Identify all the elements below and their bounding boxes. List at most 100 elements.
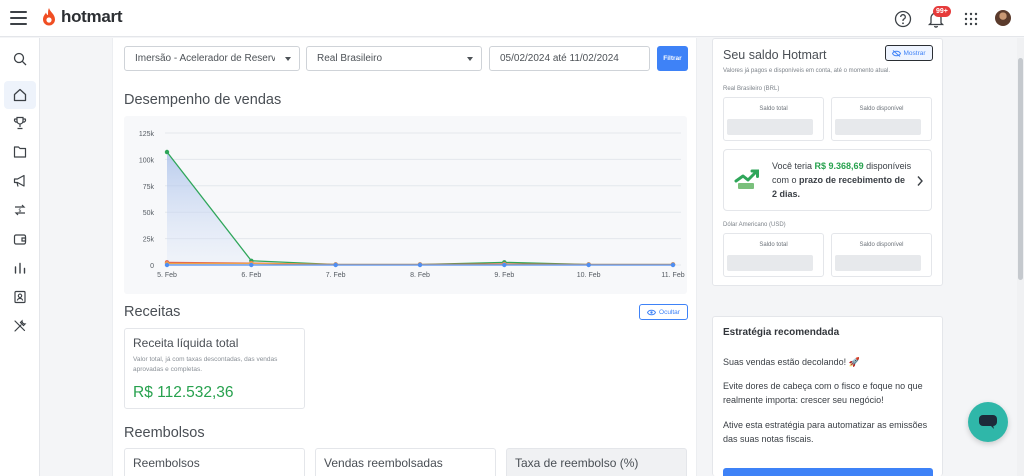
net-revenue-description: Valor total, já com taxas descontadas, d… [133, 356, 278, 373]
brl-total-label: Saldo total [759, 106, 788, 112]
y-tick-label: 25k [143, 237, 155, 244]
data-point [502, 262, 507, 268]
top-bar: hotmart 99+ [0, 0, 1024, 37]
sales-chart: 125k 100k 75k 50k 25k 0 5. Feb 6. Feb 7. Feb 8. F… [124, 116, 687, 294]
sidebar-item-marketing[interactable] [4, 167, 36, 195]
filter-button[interactable]: Filtrar [657, 46, 688, 71]
refunds-card: Reembolsos [124, 448, 305, 476]
sidebar-item-home[interactable] [4, 81, 36, 109]
net-revenue-card: Receita líquida total Valor total, já co… [124, 328, 305, 409]
folder-icon [13, 146, 27, 158]
receitas-title: Receitas [124, 304, 181, 320]
activate-strategy-button[interactable] [723, 468, 933, 476]
apps-grid-icon[interactable] [961, 9, 981, 29]
currency-select[interactable]: Real Brasileiro [306, 46, 482, 71]
search-icon [13, 52, 27, 66]
sidebar-item-trophy[interactable] [4, 109, 36, 137]
x-tick-label: 7. Feb [326, 272, 346, 279]
date-range-input[interactable]: 05/02/2024 até 11/02/2024 [489, 46, 650, 71]
usd-total-balance: Saldo total [723, 233, 824, 277]
x-tick-label: 9. Feb [494, 272, 514, 279]
scrollbar-thumb[interactable] [1018, 58, 1023, 280]
sidebar-item-sales[interactable]: $ [4, 196, 36, 224]
show-balance-button[interactable]: Mostrar [885, 45, 933, 61]
data-point [164, 262, 170, 268]
hide-values-button[interactable]: Ocultar [639, 304, 688, 320]
notification-badge: 99+ [933, 6, 951, 17]
strategy-text-2: Evite dores de cabeça com o fisco e foqu… [723, 381, 923, 405]
chevron-down-icon [285, 57, 291, 61]
y-tick-label: 100k [139, 157, 155, 164]
x-tick-label: 8. Feb [410, 272, 430, 279]
brand-name: hotmart [61, 7, 123, 26]
hotmart-logo[interactable]: hotmart [40, 7, 122, 27]
data-point [333, 262, 338, 268]
receivables-promo-card[interactable]: Você teria R$ 9.368,69 disponíveis com o… [723, 149, 932, 211]
x-tick-label: 11. Feb [661, 272, 684, 279]
chevron-right-icon [917, 176, 923, 186]
chevron-down-icon [467, 57, 473, 61]
money-up-icon [734, 169, 759, 189]
hidden-value-placeholder [727, 255, 813, 271]
usd-available-balance: Saldo disponível [831, 233, 932, 277]
brl-label: Real Brasileiro (BRL) [723, 86, 780, 92]
trophy-icon [13, 116, 27, 130]
show-balance-label: Mostrar [903, 49, 926, 57]
sidebar-item-products[interactable] [4, 138, 36, 166]
hidden-value-placeholder [835, 255, 921, 271]
refund-rate-card-title: Taxa de reembolso (%) [515, 456, 639, 470]
currency-select-value: Real Brasileiro [317, 53, 383, 64]
avatar[interactable] [995, 10, 1011, 26]
reembolsos-title: Reembolsos [124, 425, 205, 441]
megaphone-icon [13, 174, 25, 187]
y-tick-label: 125k [139, 131, 155, 138]
contact-card-icon [14, 290, 26, 304]
balance-subtitle: Valores já pagos e disponíveis em conta,… [723, 68, 890, 74]
home-icon [13, 88, 27, 102]
net-revenue-value: R$ 112.532,36 [133, 384, 234, 401]
data-point [670, 262, 676, 268]
chat-button[interactable] [968, 402, 1008, 442]
strategy-text-1: Suas vendas estão decolando! 🚀 [723, 357, 860, 367]
data-point [586, 262, 591, 268]
data-point [417, 262, 423, 268]
sidebar-item-contacts[interactable] [4, 283, 36, 311]
main-panel: Imersão - Acelerador de Reservas Real Br… [112, 38, 697, 476]
net-revenue-title: Receita líquida total [133, 336, 239, 350]
strategy-text-3: Ative esta estratégia para automatizar a… [723, 420, 928, 444]
refunded-sales-card-title: Vendas reembolsadas [324, 456, 443, 470]
sidebar-item-tools[interactable] [4, 312, 36, 340]
data-point [164, 149, 170, 155]
eye-icon [647, 309, 657, 315]
money-exchange-icon: $ [14, 204, 26, 216]
refunds-card-title: Reembolsos [133, 456, 200, 470]
refunded-sales-card: Vendas reembolsadas [315, 448, 496, 476]
flame-icon [43, 8, 55, 26]
menu-icon[interactable] [10, 11, 27, 25]
chat-bubble-icon [979, 415, 997, 429]
data-point [249, 262, 254, 268]
x-tick-label: 10. Feb [577, 272, 601, 279]
product-select[interactable]: Imersão - Acelerador de Reservas [124, 46, 300, 71]
usd-total-label: Saldo total [759, 242, 788, 248]
strategy-title: Estratégia recomendada [723, 327, 840, 338]
brl-available-label: Saldo disponível [859, 106, 904, 112]
balance-title: Seu saldo Hotmart [723, 48, 827, 62]
sidebar: $ [0, 38, 40, 476]
x-tick-label: 5. Feb [157, 272, 177, 279]
sidebar-item-wallet[interactable] [4, 225, 36, 253]
refund-rate-card: Taxa de reembolso (%) [506, 448, 687, 476]
wallet-icon [13, 234, 27, 245]
usd-label: Dólar Americano (USD) [723, 222, 786, 228]
y-tick-label: 75k [143, 184, 155, 191]
help-icon[interactable] [893, 9, 913, 29]
promo-text: Você teria R$ 9.368,69 disponíveis com o… [772, 159, 912, 201]
brl-total-balance: Saldo total [723, 97, 824, 141]
sidebar-item-reports[interactable] [4, 254, 36, 282]
usd-available-label: Saldo disponível [859, 242, 904, 248]
scrollbar[interactable] [1017, 38, 1024, 476]
sidebar-item-search[interactable] [4, 45, 36, 73]
promo-amount: R$ 9.368,69 [814, 161, 864, 171]
hidden-value-placeholder [835, 119, 921, 135]
eye-off-icon [892, 49, 902, 57]
